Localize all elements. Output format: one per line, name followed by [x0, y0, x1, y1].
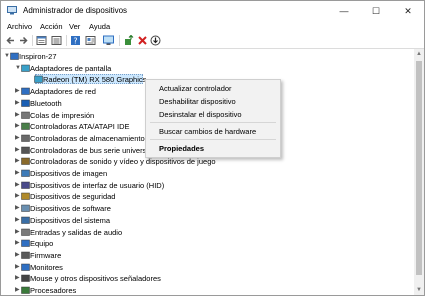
ctx-uninstall-device[interactable]: Desinstalar el dispositivo	[159, 110, 242, 119]
storage-controller-icon	[21, 134, 30, 142]
ctx-scan-hardware[interactable]: Buscar cambios de hardware	[159, 127, 256, 136]
scrollbar-thumb[interactable]	[416, 61, 422, 275]
tree-item-label: Adaptadores de pantalla	[30, 63, 112, 73]
audio-io-icon	[21, 228, 30, 236]
help-icon[interactable]: ?	[70, 35, 81, 46]
monitor-icon	[21, 263, 30, 271]
computer-icon	[10, 52, 19, 60]
tree-item-label: Equipo	[30, 239, 54, 249]
menu-bar: Archivo Acción Ver Ayuda	[1, 21, 424, 33]
menu-accion[interactable]: Acción	[40, 22, 63, 31]
usb-controller-icon	[21, 146, 30, 154]
display-adapter-icon	[21, 64, 30, 72]
tree-item-label: Procesadores	[30, 286, 77, 295]
software-device-icon	[21, 204, 30, 212]
ctx-separator	[150, 139, 276, 140]
tree-item-label: Colas de impresión	[30, 110, 95, 120]
update-driver-icon[interactable]	[123, 35, 134, 46]
context-menu: Actualizar controlador Deshabilitar disp…	[145, 79, 281, 158]
view-icon[interactable]	[85, 35, 96, 46]
ctx-update-driver[interactable]: Actualizar controlador	[159, 84, 232, 93]
system-device-icon	[21, 216, 30, 224]
toolbar-separator	[66, 35, 67, 46]
firmware-icon	[21, 251, 30, 259]
uninstall-icon[interactable]	[137, 35, 148, 46]
window-title: Administrador de dispositivos	[23, 6, 128, 15]
close-button[interactable]: ✕	[392, 1, 424, 21]
show-hidden-icon[interactable]	[51, 35, 62, 46]
title-bar: Administrador de dispositivos — ☐ ✕	[1, 1, 424, 21]
maximize-button[interactable]: ☐	[360, 1, 392, 21]
tree-item-label: Mouse y otros dispositivos señaladores	[30, 274, 161, 284]
ctx-separator	[150, 122, 276, 123]
menu-ayuda[interactable]: Ayuda	[89, 22, 110, 31]
network-adapter-icon	[21, 87, 30, 95]
device-manager-window: Administrador de dispositivos — ☐ ✕ Arch…	[0, 0, 425, 296]
bluetooth-icon	[21, 99, 30, 107]
download-icon[interactable]	[150, 35, 161, 46]
scroll-down-arrow-icon[interactable]: ▼	[414, 285, 424, 295]
tree-item-label: Firmware	[30, 250, 62, 260]
tree-item-label: Entradas y salidas de audio	[30, 227, 123, 237]
back-icon[interactable]	[5, 35, 16, 46]
forward-icon[interactable]	[18, 35, 29, 46]
mouse-icon	[21, 275, 30, 283]
scroll-up-arrow-icon[interactable]: ▲	[414, 49, 424, 59]
security-device-icon	[21, 193, 30, 201]
toolbar-separator	[119, 35, 120, 46]
hid-device-icon	[21, 181, 30, 189]
toolbar: ?	[1, 33, 424, 49]
tree-item-label: Adaptadores de red	[30, 87, 96, 97]
tree-item-label: Dispositivos de imagen	[30, 169, 108, 178]
monitor-icon[interactable]	[103, 35, 114, 46]
tree-item-label: Radeon (TM) RX 580 Graphics	[43, 75, 147, 85]
tree-item-label: Inspiron-27	[19, 52, 57, 61]
gpu-icon	[34, 76, 43, 84]
print-queue-icon	[21, 111, 30, 119]
ctx-disable-device[interactable]: Deshabilitar dispositivo	[159, 97, 236, 106]
ctx-properties[interactable]: Propiedades	[159, 144, 204, 153]
minimize-button[interactable]: —	[328, 1, 360, 21]
computer-icon	[21, 239, 30, 247]
device-manager-app-icon	[7, 6, 17, 15]
menu-archivo[interactable]: Archivo	[7, 22, 32, 31]
tree-item-label: Dispositivos de interfaz de usuario (HID…	[30, 180, 165, 190]
imaging-device-icon	[21, 169, 30, 177]
tree-item-label: Bluetooth	[30, 98, 62, 108]
processor-icon	[21, 286, 30, 294]
tree-item-label: Monitores	[30, 262, 63, 272]
tree-item-label: Controladoras ATA/ATAPI IDE	[30, 122, 130, 132]
tree-item-label: Dispositivos del sistema	[30, 215, 111, 225]
menu-ver[interactable]: Ver	[69, 22, 80, 31]
toolbar-separator	[32, 35, 33, 46]
tree-item-label: Dispositivos de seguridad	[30, 192, 116, 202]
tree-item-label: Dispositivos de software	[30, 204, 111, 214]
ide-controller-icon	[21, 122, 30, 130]
vertical-scrollbar[interactable]: ▲ ▼	[414, 49, 424, 295]
svg-text:?: ?	[73, 37, 77, 46]
tree-item-label: Controladoras de bus serie universal	[30, 145, 153, 155]
tree-item-label: Controladoras de almacenamiento	[30, 133, 145, 143]
sound-controller-icon	[21, 158, 30, 166]
properties-icon[interactable]	[36, 35, 47, 46]
tree-item-label: Controladoras de sonido y vídeo y dispos…	[30, 157, 216, 167]
